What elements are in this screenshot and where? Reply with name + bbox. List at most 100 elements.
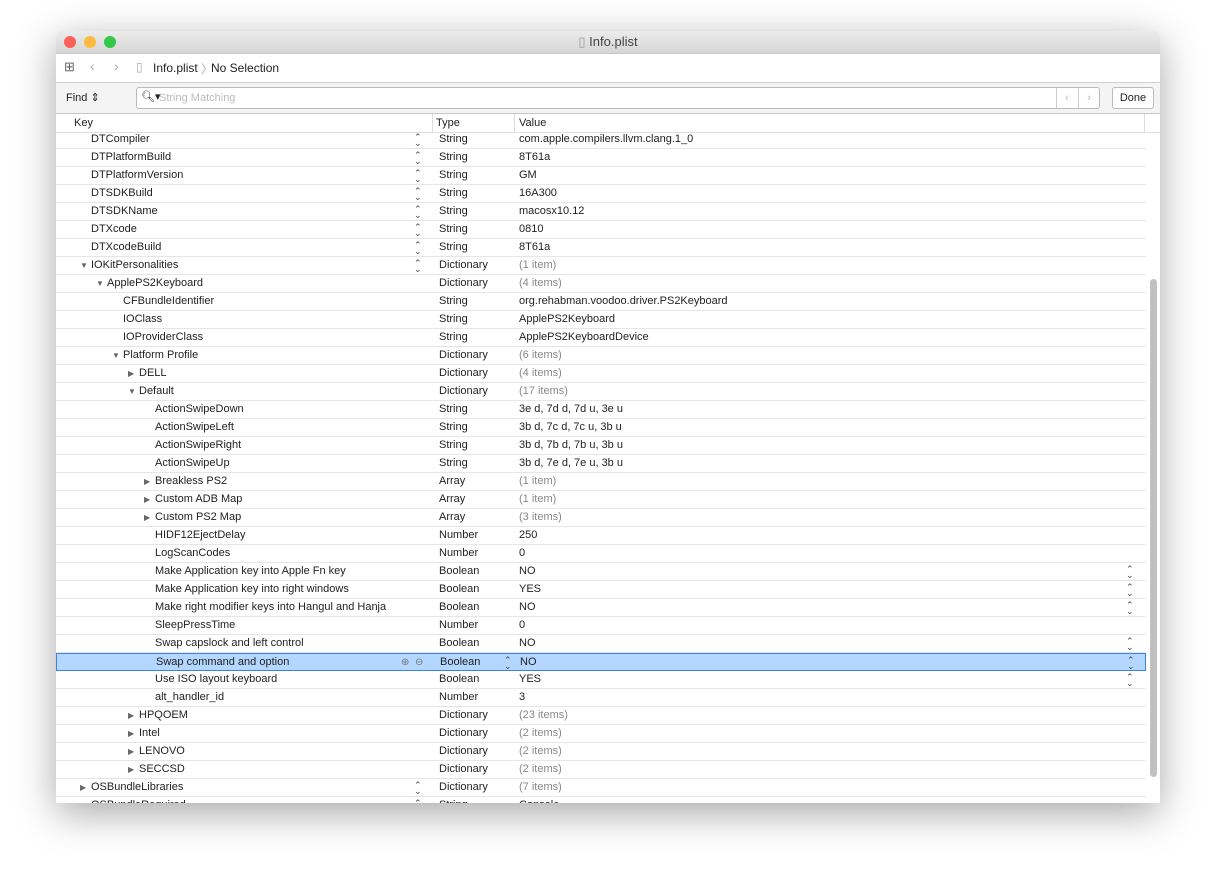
plist-row[interactable]: OSBundleRequired ⌃⌄ String Console bbox=[56, 797, 1146, 804]
key-stepper-icon[interactable]: ⌃⌄ bbox=[414, 259, 422, 274]
row-type[interactable]: Number bbox=[439, 691, 478, 703]
row-value[interactable]: 3 bbox=[519, 691, 525, 703]
row-type[interactable]: String bbox=[439, 151, 468, 163]
plist-row[interactable]: Make Application key into right windows B… bbox=[56, 581, 1146, 599]
key-stepper-icon[interactable]: ⌃⌄ bbox=[414, 169, 422, 184]
search-field[interactable]: 🔍︎▾ String Matching ‹ › bbox=[136, 87, 1100, 109]
row-value[interactable]: macosx10.12 bbox=[519, 205, 584, 217]
row-value[interactable]: (17 items) bbox=[519, 385, 568, 397]
value-stepper-icon[interactable]: ⌃ ⌄ bbox=[1127, 656, 1135, 671]
row-value[interactable]: NO bbox=[520, 656, 537, 668]
key-stepper-icon[interactable]: ⌃⌄ bbox=[414, 781, 422, 796]
row-type[interactable]: Dictionary bbox=[439, 745, 488, 757]
disclosure-triangle-collapsed-icon[interactable]: ▶ bbox=[128, 369, 134, 378]
row-type[interactable]: String bbox=[439, 403, 468, 415]
plist-row[interactable]: SleepPressTime Number 0 bbox=[56, 617, 1146, 635]
row-value[interactable]: 3b d, 7b d, 7b u, 3b u bbox=[519, 439, 623, 451]
disclosure-triangle-expanded-icon[interactable]: ▼ bbox=[128, 387, 136, 396]
row-type[interactable]: String bbox=[439, 241, 468, 253]
row-value[interactable]: (2 items) bbox=[519, 727, 562, 739]
disclosure-triangle-expanded-icon[interactable]: ▼ bbox=[80, 261, 88, 270]
row-value[interactable]: com.apple.compilers.llvm.clang.1_0 bbox=[519, 133, 693, 145]
search-icon[interactable]: 🔍︎▾ bbox=[141, 90, 161, 103]
row-type[interactable]: Dictionary bbox=[439, 781, 488, 793]
row-value[interactable]: (1 item) bbox=[519, 259, 556, 271]
row-value[interactable]: 250 bbox=[519, 529, 537, 541]
row-type[interactable]: String bbox=[439, 439, 468, 451]
zoom-button[interactable] bbox=[104, 36, 116, 48]
minimize-button[interactable] bbox=[84, 36, 96, 48]
key-stepper-icon[interactable]: ⌃⌄ bbox=[414, 151, 422, 166]
row-value[interactable]: 3b d, 7e d, 7e u, 3b u bbox=[519, 457, 623, 469]
plist-row[interactable]: ▼ Platform Profile Dictionary (6 items) bbox=[56, 347, 1146, 365]
disclosure-triangle-collapsed-icon[interactable]: ▶ bbox=[144, 477, 150, 486]
row-key[interactable]: SECCSD bbox=[139, 763, 185, 775]
plist-row[interactable]: DTSDKName ⌃ ⌄ String macosx10.12 bbox=[56, 203, 1146, 221]
row-value[interactable]: (3 items) bbox=[519, 511, 562, 523]
row-key[interactable]: Make Application key into right windows bbox=[155, 583, 349, 595]
row-type[interactable]: String bbox=[439, 295, 468, 307]
row-value[interactable]: 0 bbox=[519, 547, 525, 559]
plist-row[interactable]: ActionSwipeLeft String 3b d, 7c d, 7c u, 3… bbox=[56, 419, 1146, 437]
row-key[interactable]: IOKitPersonalities bbox=[91, 259, 178, 271]
row-key[interactable]: CFBundleIdentifier bbox=[123, 295, 214, 307]
row-type[interactable]: Number bbox=[439, 619, 478, 631]
disclosure-triangle-collapsed-icon[interactable]: ▶ bbox=[128, 747, 134, 756]
plist-row[interactable]: ▶ Breakless PS2 Array (1 item) bbox=[56, 473, 1146, 491]
plist-row[interactable]: ▶ Custom ADB Map Array (1 item) bbox=[56, 491, 1146, 509]
row-value[interactable]: (4 items) bbox=[519, 277, 562, 289]
plist-row[interactable]: ▶ LENOVO Dictionary (2 items) bbox=[56, 743, 1146, 761]
row-key[interactable]: LogScanCodes bbox=[155, 547, 230, 559]
row-type[interactable]: Boolean bbox=[440, 656, 480, 668]
row-value[interactable]: 3b d, 7c d, 7c u, 3b u bbox=[519, 421, 622, 433]
row-key[interactable]: ApplePS2Keyboard bbox=[107, 277, 203, 289]
row-type[interactable]: Boolean bbox=[439, 565, 479, 577]
value-stepper-icon[interactable]: ⌃ ⌄ bbox=[1126, 565, 1134, 580]
row-value[interactable]: (6 items) bbox=[519, 349, 562, 361]
row-key[interactable]: ActionSwipeDown bbox=[155, 403, 244, 415]
row-type[interactable]: Dictionary bbox=[439, 259, 488, 271]
row-type[interactable]: String bbox=[439, 421, 468, 433]
row-type[interactable]: String bbox=[439, 187, 468, 199]
row-key[interactable]: Custom PS2 Map bbox=[155, 511, 241, 523]
row-key[interactable]: Use ISO layout keyboard bbox=[155, 673, 277, 685]
row-value[interactable]: (1 item) bbox=[519, 475, 556, 487]
close-button[interactable] bbox=[64, 36, 76, 48]
row-type[interactable]: Boolean bbox=[439, 637, 479, 649]
find-mode-select[interactable]: Find ⇕ bbox=[66, 91, 100, 104]
row-type[interactable]: Dictionary bbox=[439, 763, 488, 775]
type-stepper-icon[interactable]: ⌃ ⌄ bbox=[504, 656, 512, 671]
row-key[interactable]: Custom ADB Map bbox=[155, 493, 242, 505]
row-value[interactable]: org.rehabman.voodoo.driver.PS2Keyboard bbox=[519, 295, 728, 307]
row-value[interactable]: YES bbox=[519, 583, 541, 595]
disclosure-triangle-collapsed-icon[interactable]: ▶ bbox=[128, 711, 134, 720]
key-stepper-icon[interactable]: ⌃⌄ bbox=[414, 205, 422, 220]
row-key[interactable]: alt_handler_id bbox=[155, 691, 224, 703]
row-type[interactable]: Array bbox=[439, 475, 465, 487]
row-key[interactable]: LENOVO bbox=[139, 745, 185, 757]
row-type[interactable]: String bbox=[439, 457, 468, 469]
previous-match-button[interactable]: ‹ bbox=[1056, 88, 1077, 108]
plist-row[interactable]: ▼ IOKitPersonalities ⌃ ⌄ Dictionary (1 item) bbox=[56, 257, 1146, 275]
row-type[interactable]: Dictionary bbox=[439, 367, 488, 379]
breadcrumb-file[interactable]: Info.plist bbox=[153, 61, 198, 75]
row-key[interactable]: DELL bbox=[139, 367, 167, 379]
disclosure-triangle-collapsed-icon[interactable]: ▶ bbox=[128, 729, 134, 738]
plist-row[interactable]: DTPlatformVersion ⌃ ⌄ String GM bbox=[56, 167, 1146, 185]
row-value[interactable]: (23 items) bbox=[519, 709, 568, 721]
plist-row[interactable]: Swap capslock and left control Boolean NO ⌃… bbox=[56, 635, 1146, 653]
disclosure-triangle-collapsed-icon[interactable]: ▶ bbox=[80, 783, 86, 792]
row-value[interactable]: ApplePS2KeyboardDevice bbox=[519, 331, 649, 343]
row-type[interactable]: Boolean bbox=[439, 673, 479, 685]
row-value[interactable]: 8T61a bbox=[519, 151, 550, 163]
row-type[interactable]: String bbox=[439, 799, 468, 803]
row-type[interactable]: Dictionary bbox=[439, 727, 488, 739]
plist-row[interactable]: ▼ ApplePS2Keyboard Dictionary (4 items) bbox=[56, 275, 1146, 293]
row-value[interactable]: (2 items) bbox=[519, 763, 562, 775]
plist-row[interactable]: DTCompiler ⌃ ⌄ String com.apple.compilers.ll… bbox=[56, 131, 1146, 149]
key-stepper-icon[interactable]: ⌃⌄ bbox=[414, 133, 422, 148]
key-stepper-icon[interactable]: ⌃⌄ bbox=[414, 223, 422, 238]
back-button[interactable]: ‹ bbox=[90, 58, 95, 74]
plist-row[interactable]: HIDF12EjectDelay Number 250 bbox=[56, 527, 1146, 545]
plist-row[interactable]: ▶ SECCSD Dictionary (2 items) bbox=[56, 761, 1146, 779]
